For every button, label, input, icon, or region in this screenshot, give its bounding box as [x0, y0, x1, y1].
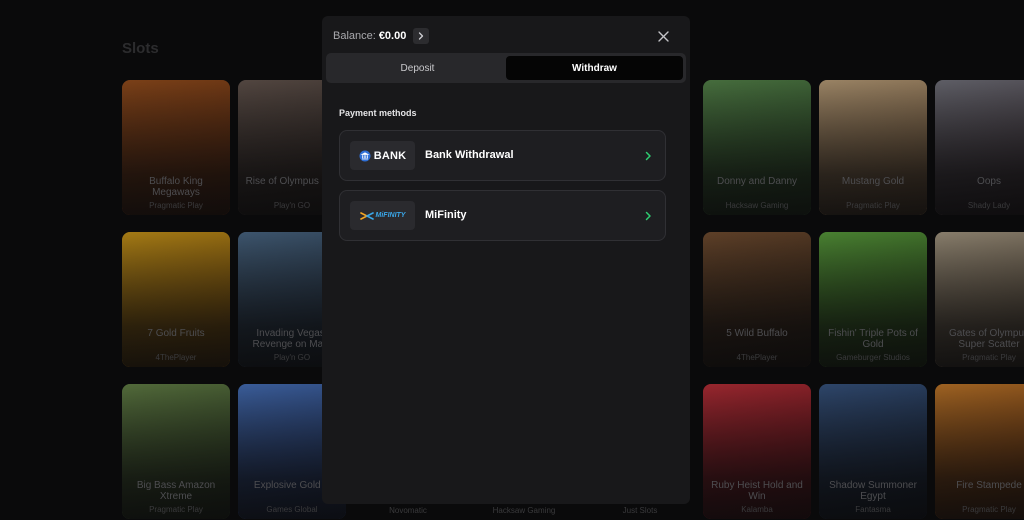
payment-method-mifinity[interactable]: MiFINITY MiFinity — [339, 190, 666, 241]
game-tile[interactable]: Fire Stampede Pragmatic Play — [935, 384, 1024, 519]
mifinity-logo-text: MiFINITY — [375, 212, 406, 219]
deposit-withdraw-tabs: Deposit Withdraw — [326, 53, 686, 83]
game-name: Fire Stampede — [956, 480, 1022, 491]
mifinity-logo: MiFINITY — [350, 201, 415, 230]
tab-deposit[interactable]: Deposit — [329, 56, 506, 80]
game-provider: Shady Lady — [967, 201, 1011, 210]
balance-expand-button[interactable] — [413, 28, 430, 44]
game-name: 7 Gold Fruits — [147, 328, 205, 339]
chevron-right-icon — [645, 151, 651, 161]
game-provider: Hacksaw Gaming — [725, 201, 789, 210]
bank-logo: BANK — [350, 141, 415, 170]
game-provider: Fantasma — [855, 505, 891, 514]
game-tile[interactable]: Mustang Gold Pragmatic Play — [819, 80, 927, 215]
game-provider: Gameburger Studios — [836, 353, 910, 362]
game-name: Donny and Danny — [716, 176, 798, 187]
game-provider: Hacksaw Gaming — [492, 506, 556, 515]
game-tile[interactable]: Big Bass Amazon Xtreme Pragmatic Play — [122, 384, 230, 519]
game-provider: Games Global — [266, 505, 318, 514]
game-provider: 4ThePlayer — [736, 353, 778, 362]
payment-method-label: MiFinity — [425, 209, 467, 221]
game-tile[interactable]: Gates of Olympus Super Scatter Pragmatic… — [935, 232, 1024, 367]
game-tile[interactable]: 7 Gold Fruits 4ThePlayer — [122, 232, 230, 367]
game-tile[interactable]: Fishin' Triple Pots of Gold Gameburger S… — [819, 232, 927, 367]
game-provider: Pragmatic Play — [149, 505, 203, 514]
game-tile[interactable]: Buffalo King Megaways Pragmatic Play — [122, 80, 230, 215]
game-provider: Pragmatic Play — [962, 505, 1016, 514]
bank-icon — [359, 150, 371, 161]
payment-method-bank-withdrawal[interactable]: BANK Bank Withdrawal — [339, 130, 666, 181]
game-provider: Pragmatic Play — [846, 201, 900, 210]
game-tile[interactable]: Ruby Heist Hold and Win Kalamba — [703, 384, 811, 519]
game-tile[interactable]: Oops Shady Lady — [935, 80, 1024, 215]
game-provider: Pragmatic Play — [962, 353, 1016, 362]
balance-label: Balance: — [333, 30, 376, 42]
game-provider: 4ThePlayer — [155, 353, 197, 362]
payment-method-label: Bank Withdrawal — [425, 149, 514, 161]
game-provider: Just Slots — [622, 506, 658, 515]
game-name: Shadow Summoner Egypt — [829, 480, 917, 502]
chevron-right-icon — [645, 211, 651, 221]
game-tile[interactable]: 5 Wild Buffalo 4ThePlayer — [703, 232, 811, 367]
modal-header: Balance: €0.00 — [333, 26, 680, 46]
game-tile[interactable]: Donny and Danny Hacksaw Gaming — [703, 80, 811, 215]
bank-logo-text: BANK — [373, 149, 407, 162]
game-name: Ruby Heist Hold and Win — [711, 480, 803, 502]
game-name: Oops — [977, 176, 1001, 187]
game-tile[interactable]: Shadow Summoner Egypt Fantasma — [819, 384, 927, 519]
game-provider: Kalamba — [741, 505, 773, 514]
game-name: Mustang Gold — [841, 176, 905, 187]
game-provider: Pragmatic Play — [149, 201, 203, 210]
game-name: Big Bass Amazon Xtreme — [136, 480, 216, 502]
chevron-right-icon — [419, 32, 424, 40]
game-name: Fishin' Triple Pots of Gold — [828, 328, 918, 350]
tab-withdraw[interactable]: Withdraw — [506, 56, 683, 80]
section-title-slots: Slots — [122, 40, 159, 57]
game-provider: Novomatic — [389, 506, 427, 515]
payment-methods-title: Payment methods — [339, 108, 417, 118]
withdraw-modal: Balance: €0.00 Deposit Withdraw Payment … — [322, 16, 690, 504]
balance-value: €0.00 — [378, 30, 407, 42]
game-name: Gates of Olympus Super Scatter — [948, 328, 1024, 350]
mifinity-mark-icon — [359, 211, 374, 220]
close-button[interactable] — [654, 27, 672, 45]
game-name: 5 Wild Buffalo — [726, 328, 788, 339]
game-name: Buffalo King Megaways — [149, 176, 203, 198]
close-icon — [657, 30, 669, 42]
